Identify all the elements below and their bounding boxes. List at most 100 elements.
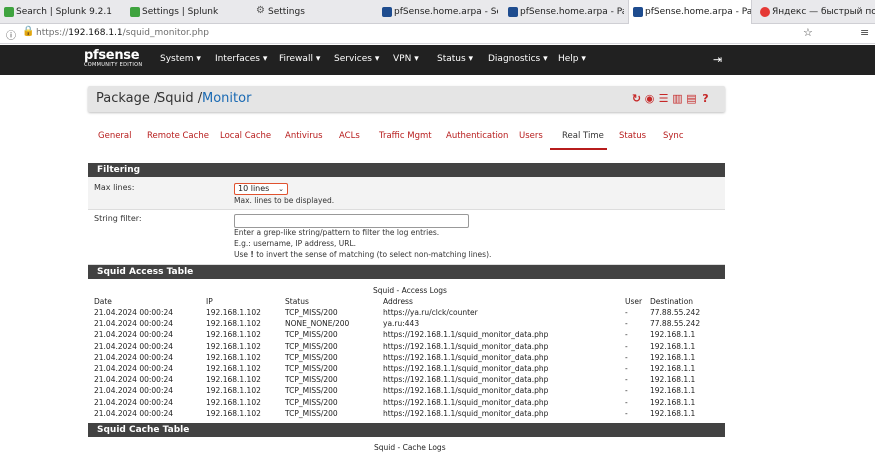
- nav-system[interactable]: System ▾: [160, 54, 201, 64]
- table-cell: TCP_MISS/200: [285, 408, 338, 418]
- browser-tab-active[interactable]: pfSense.home.arpa - Pac: [628, 0, 752, 24]
- browser-tab[interactable]: ⚙ Settings: [252, 0, 370, 24]
- table-cell: 21.04.2024 00:00:24: [94, 408, 174, 418]
- table-cell: -: [625, 375, 628, 385]
- table-cell: 192.168.1.1: [650, 375, 696, 385]
- nav-diagnostics[interactable]: Diagnostics ▾: [488, 54, 548, 64]
- table-cell: TCP_MISS/200: [285, 397, 338, 407]
- breadcrumb-monitor[interactable]: Monitor: [202, 91, 251, 106]
- browser-tab[interactable]: pfSense.home.arpa - Ser: [378, 0, 498, 24]
- bookmark-star-icon[interactable]: ☆: [803, 26, 813, 39]
- help-bang: !: [250, 250, 254, 259]
- site-info-icon[interactable]: ⓘ: [6, 27, 16, 42]
- tab-traffic-mgmt[interactable]: Traffic Mgmt: [379, 131, 432, 141]
- table-cell: 192.168.1.1: [650, 352, 696, 362]
- pfsense-logo[interactable]: pfsense COMMUNITY EDITION: [84, 48, 146, 71]
- nav-label: Help: [558, 54, 579, 64]
- tab-remote-cache[interactable]: Remote Cache: [147, 131, 209, 141]
- table-cell: https://192.168.1.1/squid_monitor_data.p…: [383, 330, 549, 340]
- table-cell: TCP_MISS/200: [285, 375, 338, 385]
- table-cell: 192.168.1.102: [206, 341, 261, 351]
- table-cell: 192.168.1.102: [206, 386, 261, 396]
- nav-vpn[interactable]: VPN ▾: [393, 54, 419, 64]
- table-cell: https://192.168.1.1/squid_monitor_data.p…: [383, 375, 549, 385]
- tab-local-cache[interactable]: Local Cache: [220, 131, 271, 141]
- browser-tab-title: Settings | Splunk: [142, 7, 219, 17]
- table-cell: https://192.168.1.1/squid_monitor_data.p…: [383, 352, 549, 362]
- browser-tab[interactable]: Search | Splunk 9.2.1: [0, 0, 118, 24]
- list-icon[interactable]: ▤: [686, 93, 697, 105]
- table-cell: -: [625, 330, 628, 340]
- string-filter-input[interactable]: [234, 214, 469, 228]
- lock-icon[interactable]: 🔒: [22, 26, 34, 37]
- browser-tab-title: pfSense.home.arpa - Pac: [520, 7, 624, 17]
- tab-real-time[interactable]: Real Time: [562, 131, 604, 141]
- table-cell: 192.168.1.102: [206, 352, 261, 362]
- browser-tab-title: Яндекс — быстрый пои: [772, 7, 875, 17]
- table-cell: https://192.168.1.1/squid_monitor_data.p…: [383, 397, 549, 407]
- col-status: Status: [285, 297, 309, 306]
- chart-icon[interactable]: ▥: [672, 93, 683, 105]
- table-cell: ya.ru:443: [383, 319, 420, 329]
- logo-subtitle: COMMUNITY EDITION: [84, 62, 143, 68]
- nav-services[interactable]: Services ▾: [334, 54, 379, 64]
- nav-status[interactable]: Status ▾: [437, 54, 473, 64]
- col-address: Address: [383, 297, 413, 306]
- browser-tab[interactable]: pfSense.home.arpa - Pac: [504, 0, 624, 24]
- table-cell: 192.168.1.1: [650, 408, 696, 418]
- max-lines-label: Max lines:: [94, 183, 135, 192]
- nav-help[interactable]: Help ▾: [558, 54, 586, 64]
- pfsense-icon: [382, 7, 392, 17]
- table-cell: 192.168.1.1: [650, 330, 696, 340]
- tab-acls[interactable]: ACLs: [339, 131, 360, 141]
- nav-label: Diagnostics: [488, 54, 541, 64]
- pfsense-icon: [633, 7, 643, 17]
- logout-icon[interactable]: ⇥: [713, 53, 722, 66]
- browser-tab-title: Settings: [268, 7, 305, 17]
- splunk-icon: [4, 7, 14, 17]
- table-cell: NONE_NONE/200: [285, 319, 350, 329]
- table-cell: https://192.168.1.1/squid_monitor_data.p…: [383, 341, 549, 351]
- tab-status[interactable]: Status: [619, 131, 646, 141]
- tab-general[interactable]: General: [98, 131, 132, 141]
- breadcrumb: Package / Squid / Monitor: [88, 86, 725, 112]
- cache-table-header: Squid Cache Table: [88, 423, 725, 437]
- string-filter-help-1: Enter a grep-like string/pattern to filt…: [234, 228, 440, 237]
- col-ip: IP: [206, 297, 213, 306]
- tab-antivirus[interactable]: Antivirus: [285, 131, 323, 141]
- nav-firewall[interactable]: Firewall ▾: [279, 54, 320, 64]
- table-cell: -: [625, 386, 628, 396]
- stop-icon[interactable]: ◉: [644, 93, 655, 105]
- url-host: 192.168.1.1: [68, 28, 123, 38]
- nav-label: Firewall: [279, 54, 313, 64]
- browser-tab[interactable]: Settings | Splunk: [126, 0, 246, 24]
- pfsense-navbar: pfsense COMMUNITY EDITION System ▾ Inter…: [0, 45, 875, 75]
- tab-authentication[interactable]: Authentication: [446, 131, 508, 141]
- url-field[interactable]: https://192.168.1.1/squid_monitor.php: [36, 28, 209, 38]
- table-cell: 192.168.1.102: [206, 397, 261, 407]
- table-cell: 21.04.2024 00:00:24: [94, 308, 174, 317]
- settings-sliders-icon[interactable]: ☰: [658, 93, 669, 105]
- browser-tab-title: Search | Splunk 9.2.1: [16, 7, 112, 17]
- nav-label: Interfaces: [215, 54, 260, 64]
- tab-sync[interactable]: Sync: [663, 131, 684, 141]
- table-cell: 192.168.1.102: [206, 330, 261, 340]
- restart-icon[interactable]: ↻: [631, 93, 642, 105]
- table-cell: 21.04.2024 00:00:24: [94, 341, 174, 351]
- table-cell: -: [625, 397, 628, 407]
- gear-icon: ⚙: [256, 5, 265, 16]
- col-user: User: [625, 297, 643, 306]
- help-text: Use: [234, 250, 249, 259]
- table-cell: 192.168.1.102: [206, 375, 261, 385]
- browser-tab[interactable]: Яндекс — быстрый пои: [756, 0, 875, 24]
- breadcrumb-squid[interactable]: Squid /: [157, 91, 202, 106]
- tab-users[interactable]: Users: [519, 131, 543, 141]
- url-scheme: https://: [36, 28, 69, 38]
- browser-tab-title: pfSense.home.arpa - Pac: [645, 7, 752, 17]
- nav-interfaces[interactable]: Interfaces ▾: [215, 54, 267, 64]
- active-tab-indicator: [550, 148, 607, 150]
- help-icon[interactable]: ?: [700, 93, 711, 105]
- menu-icon[interactable]: ≡: [860, 26, 869, 39]
- max-lines-select[interactable]: 10 lines ⌄: [234, 183, 288, 195]
- table-cell: 21.04.2024 00:00:24: [94, 397, 174, 407]
